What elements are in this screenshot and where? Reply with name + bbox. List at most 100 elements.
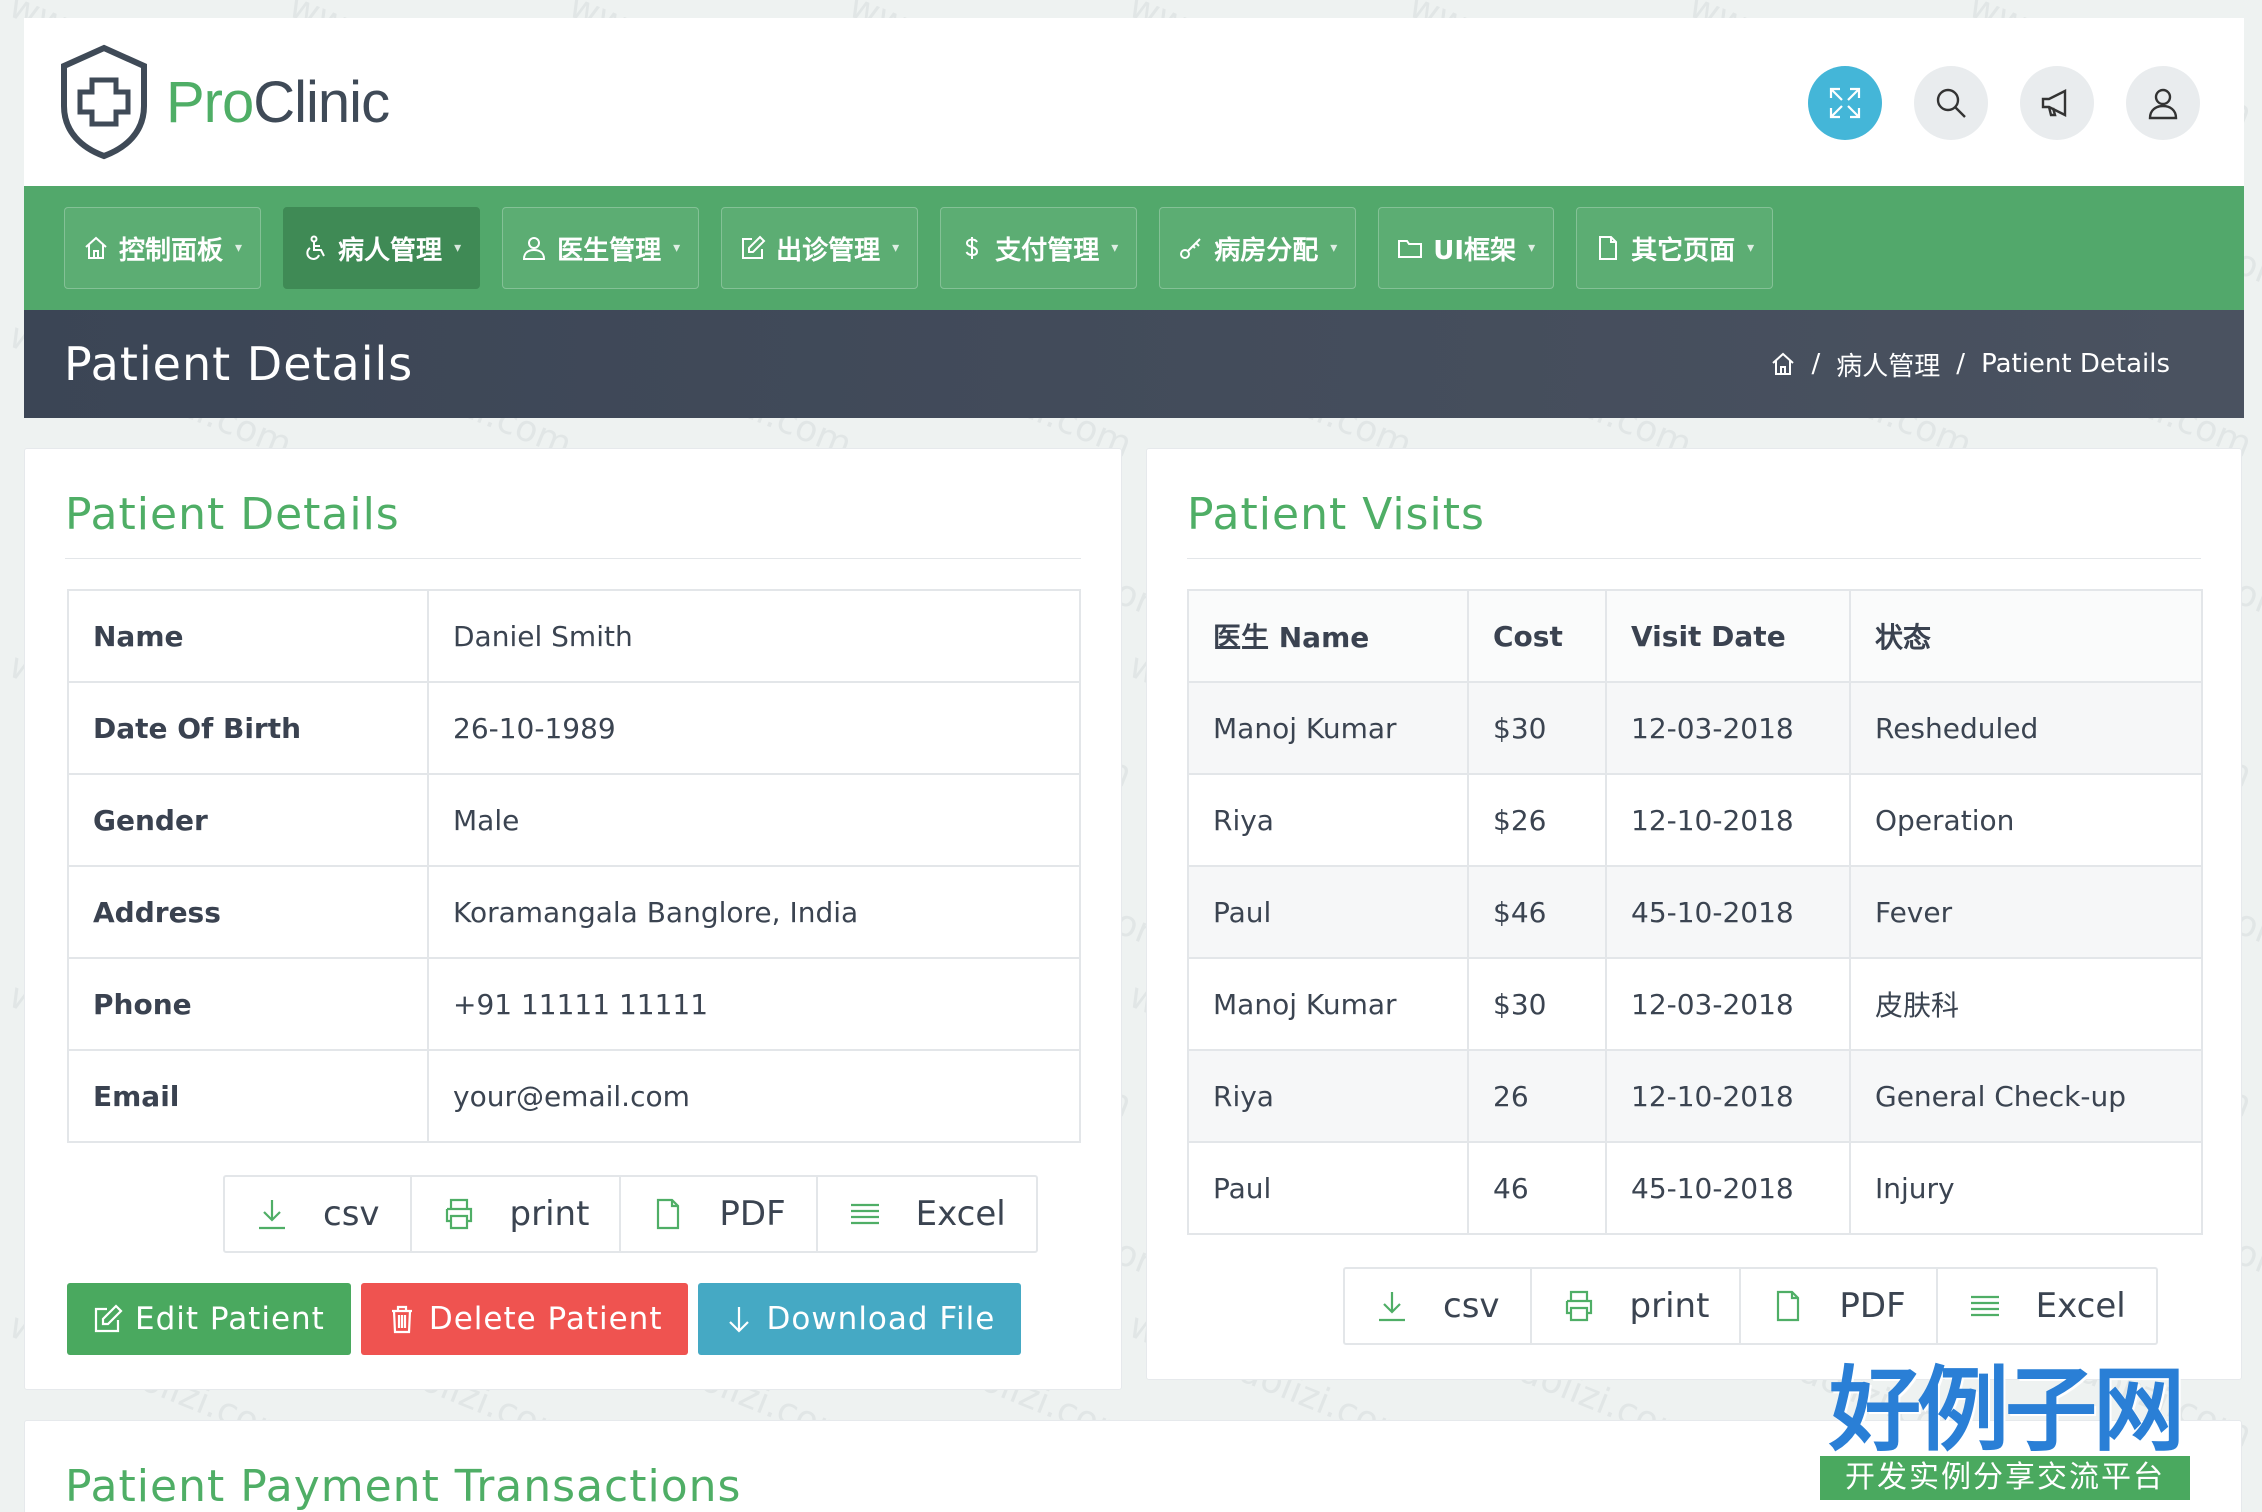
notifications-button[interactable] (2020, 66, 2094, 140)
chevron-down-icon: ▾ (235, 240, 243, 256)
header-actions (1808, 66, 2200, 140)
nav-item-doctors[interactable]: 医生管理 ▾ (502, 207, 700, 289)
chevron-down-icon: ▾ (673, 240, 681, 256)
home-icon[interactable] (1770, 351, 1796, 377)
print-button[interactable]: print (412, 1177, 622, 1251)
nav-label: 出诊管理 (776, 235, 881, 266)
cell-cost: 46 (1467, 1141, 1607, 1235)
breadcrumb-current: Patient Details (1981, 349, 2170, 379)
cell-status: General Check-up (1849, 1049, 2203, 1143)
csv-label: csv (1443, 1286, 1500, 1326)
chevron-down-icon: ▾ (1747, 240, 1755, 256)
column-header-doctor[interactable]: 医生 Name (1187, 589, 1469, 683)
table-row: Date Of Birth 26-10-1989 (67, 681, 1081, 775)
cell-doctor: Manoj Kumar (1187, 957, 1469, 1051)
table-row: Name Daniel Smith (67, 589, 1081, 683)
field-value: 26-10-1989 (427, 681, 1081, 775)
excel-button[interactable]: Excel (818, 1177, 1036, 1251)
nav-item-dashboard[interactable]: 控制面板 ▾ (64, 207, 262, 289)
cell-cost: $46 (1467, 865, 1607, 959)
nav-item-wards[interactable]: 病房分配 ▾ (1159, 207, 1357, 289)
field-label: Name (67, 589, 429, 683)
chevron-down-icon: ▾ (1528, 240, 1536, 256)
search-icon (1936, 88, 1966, 118)
field-value: Koramangala Banglore, India (427, 865, 1081, 959)
cell-status: 皮肤科 (1849, 957, 2203, 1051)
table-row: Paul 46 45-10-2018 Injury (1187, 1141, 2203, 1235)
nav-label: UI框架 (1433, 235, 1517, 266)
page-title-bar: Patient Details / 病人管理 / Patient Details (24, 310, 2244, 418)
nav-item-visits[interactable]: 出诊管理 ▾ (721, 207, 919, 289)
page-title: Patient Details (64, 337, 414, 391)
download-icon (1379, 1292, 1405, 1322)
shield-cross-icon (61, 44, 147, 160)
dollar-icon (965, 237, 979, 259)
cell-doctor: Riya (1187, 773, 1469, 867)
accessibility-icon (306, 235, 325, 260)
fullscreen-icon (1829, 87, 1861, 119)
cell-doctor: Paul (1187, 865, 1469, 959)
excel-button[interactable]: Excel (1938, 1269, 2156, 1343)
cell-doctor: Manoj Kumar (1187, 681, 1469, 775)
brand-pro: Pro (166, 69, 254, 135)
table-row: Email your@email.com (67, 1049, 1081, 1143)
csv-button[interactable]: csv (1345, 1269, 1532, 1343)
patient-details-table: Name Daniel Smith Date Of Birth 26-10-1989… (67, 589, 1081, 1143)
cell-cost: $30 (1467, 681, 1607, 775)
nav-item-pages[interactable]: 其它页面 ▾ (1576, 207, 1774, 289)
printer-icon (445, 1198, 472, 1230)
breadcrumb: / 病人管理 / Patient Details (1770, 346, 2170, 383)
user-button[interactable] (2126, 66, 2200, 140)
cell-date: 12-10-2018 (1605, 1049, 1851, 1143)
nav-label: 支付管理 (995, 235, 1100, 266)
search-button[interactable] (1914, 66, 1988, 140)
pdf-button[interactable]: PDF (1741, 1269, 1938, 1343)
table-row: Paul $46 45-10-2018 Fever (1187, 865, 2203, 959)
pdf-label: PDF (719, 1194, 786, 1234)
print-button[interactable]: print (1532, 1269, 1742, 1343)
list-icon (850, 1203, 879, 1225)
patient-visits-card: Patient Visits 医生 Name Cost Visit Date 状… (1146, 448, 2242, 1380)
edit-patient-button[interactable]: Edit Patient (67, 1283, 351, 1355)
table-header-row: 医生 Name Cost Visit Date 状态 (1187, 589, 2203, 683)
column-header-cost[interactable]: Cost (1467, 589, 1607, 683)
nav-item-ui[interactable]: UI框架 ▾ (1378, 207, 1555, 289)
fullscreen-button[interactable] (1808, 66, 1882, 140)
delete-patient-button[interactable]: Delete Patient (360, 1283, 689, 1355)
table-row: Gender Male (67, 773, 1081, 867)
download-file-button[interactable]: Download File (698, 1283, 1022, 1355)
cell-doctor: Riya (1187, 1049, 1469, 1143)
pdf-button[interactable]: PDF (621, 1177, 818, 1251)
table-row: Riya 26 12-10-2018 General Check-up (1187, 1049, 2203, 1143)
excel-label: Excel (2035, 1286, 2126, 1326)
csv-button[interactable]: csv (225, 1177, 412, 1251)
nav-item-payments[interactable]: 支付管理 ▾ (940, 207, 1138, 289)
field-value: Male (427, 773, 1081, 867)
cell-status: Injury (1849, 1141, 2203, 1235)
column-header-visit-date[interactable]: Visit Date (1605, 589, 1851, 683)
download-file-label: Download File (766, 1301, 996, 1337)
cell-date: 12-03-2018 (1605, 957, 1851, 1051)
breadcrumb-link-patients[interactable]: 病人管理 (1836, 346, 1940, 383)
download-icon (259, 1200, 285, 1230)
delete-patient-label: Delete Patient (428, 1301, 663, 1337)
nav-item-patients[interactable]: 病人管理 ▾ (283, 207, 481, 289)
badge-title: 好例子网 (1828, 1356, 2185, 1464)
file-icon (1777, 1290, 1800, 1322)
details-export-group: csv print PDF Excel (223, 1175, 1038, 1253)
chevron-down-icon: ▾ (454, 240, 462, 256)
patient-details-title: Patient Details (65, 489, 1081, 559)
logo[interactable]: ProClinic (56, 44, 390, 160)
doctor-icon (523, 237, 546, 260)
field-label: Gender (67, 773, 429, 867)
brand-clinic: Clinic (253, 69, 390, 135)
cell-cost: $30 (1467, 957, 1607, 1051)
brand-name: ProClinic (166, 69, 390, 136)
column-header-status[interactable]: 状态 (1849, 589, 2203, 683)
arrow-down-icon (729, 1307, 750, 1333)
pdf-label: PDF (1839, 1286, 1906, 1326)
home-icon (85, 236, 107, 259)
nav-label: 病人管理 (338, 235, 443, 266)
nav-label: 病房分配 (1214, 235, 1319, 266)
field-label: Email (67, 1049, 429, 1143)
